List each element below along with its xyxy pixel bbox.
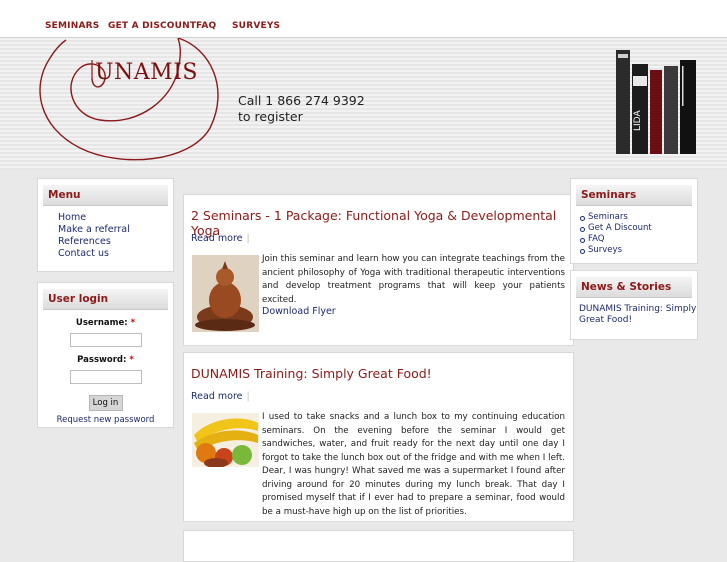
nav-seminars[interactable]: SEMINARS <box>45 21 99 31</box>
user-login-block: User login Username: * Password: * Log i… <box>37 282 174 428</box>
seminars-title: Seminars <box>576 185 692 206</box>
request-new-password-link[interactable]: Request new password <box>38 415 173 425</box>
read-more-link[interactable]: Read more | <box>191 391 250 402</box>
books-illustration: LIDA <box>616 50 696 154</box>
article-card-partial <box>183 530 574 562</box>
logo-spiral-icon <box>39 38 219 161</box>
menu-item-contact-us[interactable]: Contact us <box>58 248 173 260</box>
top-navigation: SEMINARS GET A DISCOUNT FAQ SURVEYS <box>0 0 727 38</box>
article-teaser: I used to take snacks and a lunch box to… <box>262 412 565 517</box>
username-field[interactable] <box>69 333 142 347</box>
article-card: 2 Seminars - 1 Package: Functional Yoga … <box>183 194 574 346</box>
login-title: User login <box>43 289 168 310</box>
logo-text: UNAMIS <box>95 60 198 85</box>
book-spine-text: LIDA <box>633 110 643 131</box>
menu-block: Menu Home Make a referral References Con… <box>37 178 174 272</box>
header-banner: UNAMIS Call 1 866 274 9392 to register L… <box>0 38 727 170</box>
menu-title: Menu <box>43 185 168 206</box>
article-card: DUNAMIS Training: Simply Great Food! Rea… <box>183 352 574 522</box>
download-flyer-link[interactable]: Download Flyer <box>262 306 336 317</box>
username-label: Username: * <box>75 318 136 328</box>
password-label: Password: * <box>77 355 134 365</box>
menu-item-home[interactable]: Home <box>58 212 173 224</box>
nav-faq[interactable]: FAQ <box>196 21 216 31</box>
sidebar-link-get-a-discount[interactable]: Get A Discount <box>580 223 697 234</box>
password-field[interactable] <box>69 370 142 384</box>
news-title: News & Stories <box>576 277 692 298</box>
seminars-block: Seminars Seminars Get A Discount FAQ Sur… <box>570 178 698 264</box>
sidebar-link-faq[interactable]: FAQ <box>580 234 697 245</box>
nav-surveys[interactable]: SURVEYS <box>232 21 280 31</box>
login-button[interactable]: Log in <box>88 395 123 411</box>
sidebar-link-surveys[interactable]: Surveys <box>580 245 697 256</box>
read-more-link[interactable]: Read more | <box>191 233 250 244</box>
menu-item-references[interactable]: References <box>58 236 173 248</box>
article-title-link[interactable]: DUNAMIS Training: Simply Great Food! <box>191 366 432 381</box>
news-block: News & Stories DUNAMIS Training: Simply … <box>570 270 698 340</box>
fruit-basket-image <box>192 413 259 467</box>
phone-line: Call 1 866 274 9392 <box>238 93 365 108</box>
article-teaser: Join this seminar and learn how you can … <box>262 254 565 305</box>
news-item-link[interactable]: DUNAMIS Training: Simply Great Food! <box>579 304 697 326</box>
seminars-list: Seminars Get A Discount FAQ Surveys <box>580 212 697 256</box>
sidebar-link-seminars[interactable]: Seminars <box>580 212 697 223</box>
buddha-statue-image <box>192 255 259 332</box>
menu-item-make-a-referral[interactable]: Make a referral <box>58 224 173 236</box>
phone-callout: Call 1 866 274 9392 to register <box>238 93 365 125</box>
register-line: to register <box>238 109 303 124</box>
menu-list: Home Make a referral References Contact … <box>58 212 173 260</box>
nav-get-a-discount[interactable]: GET A DISCOUNT <box>108 21 196 31</box>
